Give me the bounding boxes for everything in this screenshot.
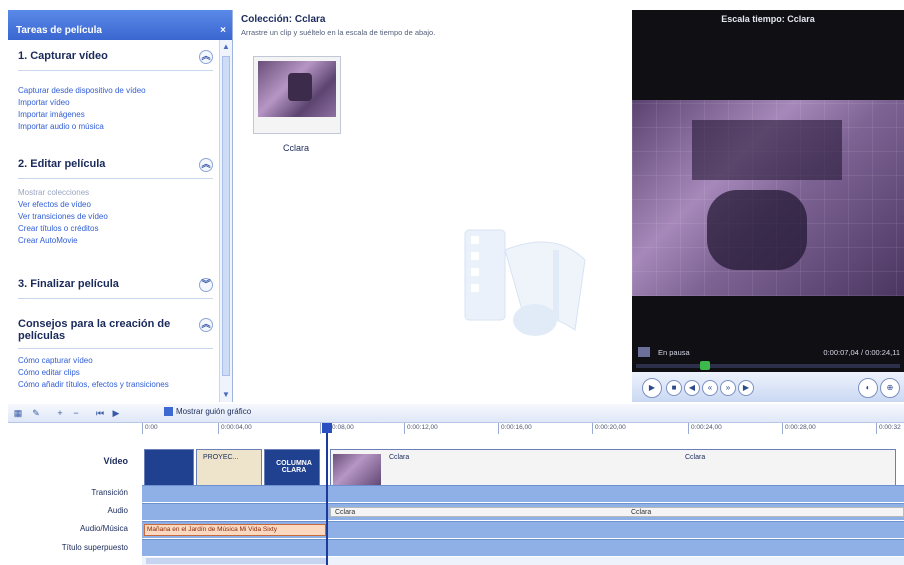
track-label-video: Vídeo [103, 456, 128, 466]
seek-knob[interactable] [700, 361, 710, 370]
ruler-tick: 0:00 [142, 423, 158, 434]
collection-panel: Colección: Cclara Arrastre un clip y sué… [235, 10, 630, 402]
section-tips: Consejos para la creación de películas ︽… [18, 318, 213, 391]
ruler-tick: 0:00:12,00 [404, 423, 438, 434]
split-clip-icon[interactable]: ◐ [858, 378, 878, 398]
section-edit: 2. Editar película ︽ Mostrar colecciones… [18, 158, 213, 247]
track-label-audio: Audio [107, 506, 128, 515]
collection-title: Colección: Cclara [241, 14, 326, 25]
preview-title: Escala tiempo: Cclara [721, 14, 815, 24]
link-automovie[interactable]: Crear AutoMovie [18, 235, 213, 247]
section-title[interactable]: 3. Finalizar película [18, 278, 119, 290]
timeline-view-icon[interactable]: ▦ [12, 407, 24, 419]
section-title[interactable]: 1. Capturar vídeo [18, 50, 108, 62]
timeline-scrollbar[interactable] [142, 557, 904, 565]
rewind-icon[interactable]: « [702, 380, 718, 396]
monitor-icon [638, 347, 650, 357]
section-title[interactable]: Consejos para la creación de películas [18, 318, 193, 342]
ruler-tick: 0:00:04,00 [218, 423, 252, 434]
tasks-pane-title: Tareas de película [16, 25, 102, 36]
ruler-tick: 0:00:28,00 [782, 423, 816, 434]
tasks-pane: Tareas de película × 1. Capturar vídeo ︽… [8, 10, 233, 402]
audio-clip[interactable]: Cclara Cclara [330, 507, 904, 517]
ruler-tick: 0:00:16,00 [498, 423, 532, 434]
link-capture-device[interactable]: Capturar desde dispositivo de vídeo [18, 85, 213, 97]
link-import-video[interactable]: Importar vídeo [18, 97, 213, 109]
music-track[interactable]: Mañana en el Jardín de Música Mi Vida Si… [142, 521, 904, 538]
video-track[interactable]: PROYEC... COLUMNA CLARA Cclara Cclara [142, 435, 904, 493]
next-frame-icon[interactable]: ▶ [738, 380, 754, 396]
forward-icon[interactable]: » [720, 380, 736, 396]
link-how-capture[interactable]: Cómo capturar vídeo [18, 355, 213, 367]
clip-thumbnail[interactable] [253, 56, 341, 134]
close-icon[interactable]: × [220, 25, 226, 36]
playback-time: 0:00:07,04 / 0:00:24,11 [823, 348, 900, 357]
section-title[interactable]: 2. Editar película [18, 158, 105, 170]
timeline: Vídeo Transición Audio Audio/Música Títu… [8, 423, 904, 565]
scroll-up-icon[interactable]: ▲ [221, 42, 231, 52]
playhead[interactable] [322, 423, 332, 565]
chevron-up-icon[interactable]: ︽ [199, 158, 213, 172]
clip-label[interactable]: Cclara [271, 143, 321, 153]
audio-track[interactable]: Cclara Cclara [142, 503, 904, 520]
chevron-down-icon[interactable]: ︾ [199, 278, 213, 292]
scrollbar-thumb[interactable] [222, 56, 230, 376]
link-video-transitions[interactable]: Ver transiciones de vídeo [18, 211, 213, 223]
link-show-collections[interactable]: Mostrar colecciones [18, 187, 213, 199]
storyboard-icon [164, 407, 173, 417]
tasks-pane-scrollbar[interactable]: ▲ ▼ [219, 40, 232, 402]
transition-track[interactable] [142, 485, 904, 502]
ruler-tick: 0:00:32 [876, 423, 901, 434]
link-how-effects[interactable]: Cómo añadir títulos, efectos y transicio… [18, 379, 213, 391]
ruler-tick: 0:00:20,00 [592, 423, 626, 434]
zoom-in-icon[interactable]: + [54, 407, 66, 419]
link-video-effects[interactable]: Ver efectos de vídeo [18, 199, 213, 211]
stop-icon[interactable]: ■ [666, 380, 682, 396]
track-labels: Vídeo Transición Audio Audio/Música Títu… [8, 423, 142, 565]
track-label-transition: Transición [91, 488, 128, 497]
playback-state: En pausa [658, 348, 690, 357]
rewind-timeline-icon[interactable]: ⏮ [94, 407, 106, 419]
show-storyboard-button[interactable]: Mostrar guión gráfico [164, 407, 251, 417]
preview-frame [632, 100, 904, 296]
scrollbar-thumb[interactable] [146, 558, 326, 564]
timeline-toolbar: ▦ ✎ + − ⏮ ▶ Mostrar guión gráfico [8, 404, 904, 423]
seek-bar[interactable] [636, 361, 900, 370]
music-clip[interactable]: Mañana en el Jardín de Música Mi Vida Si… [144, 524, 326, 536]
playback-controls: ▶ ■ ◀ « » ▶ ◐ ⊕ [632, 372, 904, 402]
link-how-edit[interactable]: Cómo editar clips [18, 367, 213, 379]
section-finish: 3. Finalizar película ︾ [18, 278, 213, 305]
link-titles-credits[interactable]: Crear títulos o créditos [18, 223, 213, 235]
chevron-up-icon[interactable]: ︽ [199, 318, 213, 332]
narrate-icon[interactable]: ✎ [30, 407, 42, 419]
section-capture: 1. Capturar vídeo ︽ Capturar desde dispo… [18, 50, 213, 133]
film-music-watermark-icon [464, 229, 586, 336]
track-label-title-overlay: Título superpuesto [61, 543, 128, 552]
track-label-music: Audio/Música [79, 524, 128, 533]
previous-frame-icon[interactable]: ◀ [684, 380, 700, 396]
ruler-tick: 0:00:24,00 [688, 423, 722, 434]
snapshot-icon[interactable]: ⊕ [880, 378, 900, 398]
scroll-down-icon[interactable]: ▼ [221, 390, 231, 400]
tasks-pane-header: Tareas de película × [8, 10, 232, 40]
playhead-handle[interactable] [322, 423, 332, 433]
link-import-images[interactable]: Importar imágenes [18, 109, 213, 121]
collection-subtitle: Arrastre un clip y suéltelo en la escala… [241, 28, 436, 37]
title-overlay-track[interactable] [142, 539, 904, 556]
clip-frame-thumbnail [333, 454, 381, 488]
zoom-out-icon[interactable]: − [70, 407, 82, 419]
link-import-audio[interactable]: Importar audio o música [18, 121, 213, 133]
play-icon[interactable]: ▶ [642, 378, 662, 398]
play-timeline-icon[interactable]: ▶ [110, 407, 122, 419]
chevron-up-icon[interactable]: ︽ [199, 50, 213, 64]
preview-monitor: Escala tiempo: Cclara En pausa 0:00:07,0… [632, 10, 904, 402]
preview-status: En pausa 0:00:07,04 / 0:00:24,11 [632, 346, 904, 360]
